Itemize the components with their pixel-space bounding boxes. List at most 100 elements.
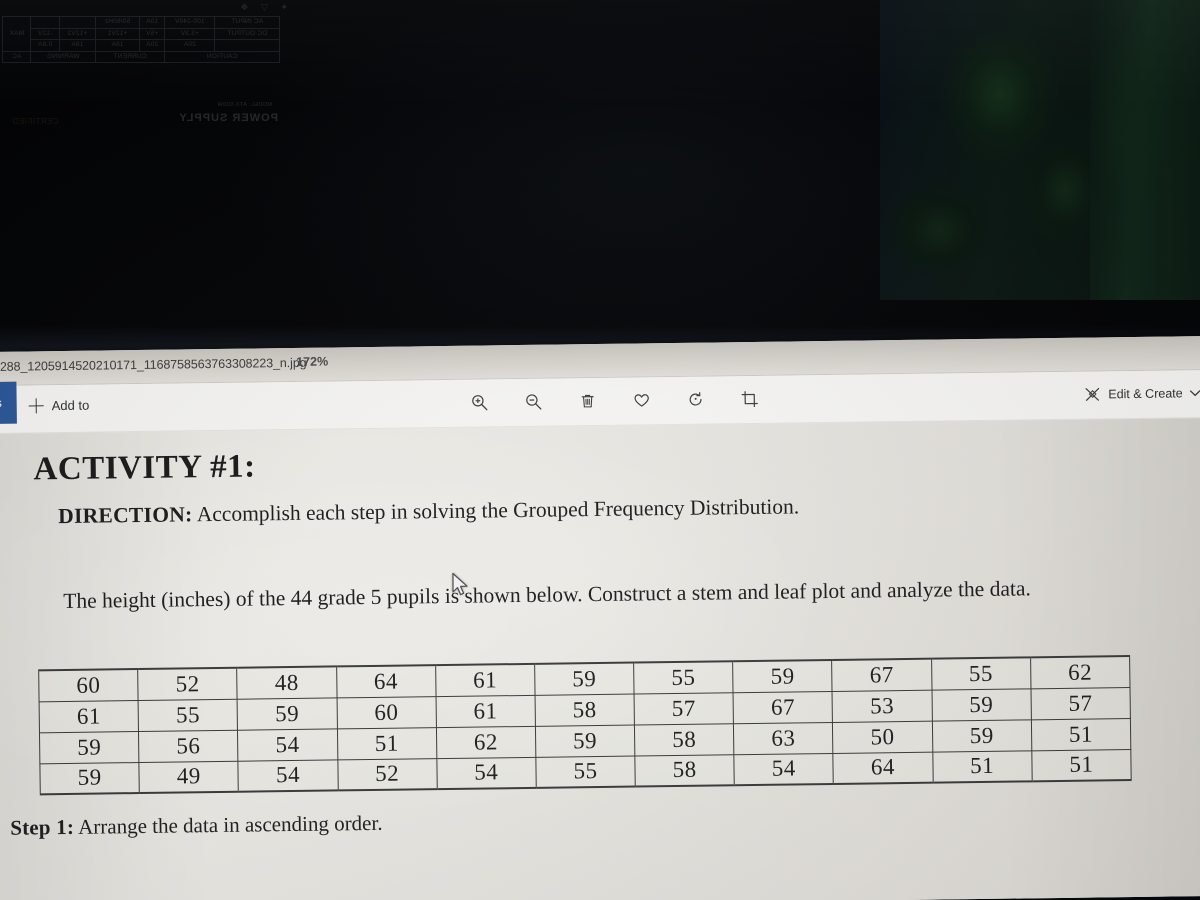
trash-icon — [581, 394, 594, 408]
zoom-level-label: 172% — [296, 354, 329, 369]
table-cell: 54 — [238, 759, 338, 792]
reflected-cell: CAUTION — [164, 51, 280, 63]
table-cell: 67 — [733, 690, 833, 724]
add-to-label: Add to — [51, 397, 90, 414]
table-cell: 48 — [236, 666, 337, 699]
table-cell: 53 — [832, 689, 932, 722]
direction-paragraph: DIRECTION: Accomplish each step in solvi… — [16, 486, 1181, 533]
reflected-certified-logo: CERTIFIED — [12, 117, 59, 126]
reflected-cell: 50/60Hz — [95, 16, 140, 28]
reflected-cell — [30, 16, 60, 28]
delete-button[interactable] — [572, 386, 602, 416]
zoom-out-button[interactable] — [519, 387, 549, 417]
table-cell: 59 — [534, 662, 635, 695]
photos-app-badge[interactable]: tos — [0, 381, 17, 425]
step-one-label: Step 1: — [10, 814, 75, 840]
reflected-cell — [59, 16, 96, 28]
table-cell: 61 — [39, 700, 139, 733]
table-cell: 67 — [831, 658, 932, 691]
table-cell: 64 — [336, 665, 436, 698]
monitor-photo: ✦ ▽ ❖ AC INPUT 100-240V 10A 50/60Hz MAX … — [0, 0, 1200, 900]
reflected-cell: DC OUTPUT — [214, 28, 280, 40]
edit-and-create-label: Edit & Create — [1108, 386, 1183, 402]
table-cell: 54 — [237, 728, 338, 761]
table-cell: 64 — [833, 751, 933, 784]
height-data-table: 60 52 48 64 61 59 55 59 67 55 62 61 55 5… — [38, 655, 1132, 796]
table-cell: 52 — [137, 667, 238, 701]
photo-tools-group — [465, 384, 765, 418]
reflected-cell: +12V2 — [59, 28, 96, 40]
reflected-cell: CURRENT — [95, 51, 165, 63]
direction-label: DIRECTION: — [57, 502, 193, 529]
photos-app-badge-label: tos — [0, 395, 3, 411]
table-cell: 55 — [633, 661, 734, 694]
reflected-cell: MAX — [2, 16, 31, 51]
reflected-cell — [214, 39, 280, 51]
zoom-in-button[interactable] — [465, 387, 495, 417]
crop-button[interactable] — [734, 384, 764, 414]
height-data-table-body: 60 52 48 64 61 59 55 59 67 55 62 61 55 5… — [38, 656, 1132, 795]
reflected-brand-text: POWER SUPPLY — [178, 112, 278, 124]
reflected-cell: 20A — [139, 39, 165, 51]
table-cell: 55 — [535, 755, 636, 788]
table-cell: 54 — [436, 756, 537, 790]
table-cell: 55 — [138, 698, 238, 732]
table-cell: 55 — [931, 657, 1031, 690]
table-cell: 52 — [337, 758, 437, 791]
table-cell: 59 — [535, 724, 635, 757]
table-cell: 59 — [39, 762, 140, 795]
problem-text: The height (inches) of the 44 grade 5 pu… — [63, 576, 1031, 614]
problem-paragraph: The height (inches) of the 44 grade 5 pu… — [17, 571, 1162, 618]
zoom-in-icon — [472, 395, 488, 411]
table-cell: 54 — [734, 752, 834, 786]
table-cell: 51 — [932, 750, 1032, 783]
rotate-icon — [689, 392, 702, 406]
reflected-cell: 18A — [95, 39, 140, 51]
reflected-cell: 20A — [164, 39, 215, 51]
heart-icon — [634, 394, 649, 407]
page-title: ACTIVITY #1: — [33, 448, 256, 488]
monitor-dark-reflection-area: ✦ ▽ ❖ AC INPUT 100-240V 10A 50/60Hz MAX … — [0, 0, 1200, 352]
photo-viewport[interactable]: ACTIVITY #1: DIRECTION: Accomplish each … — [0, 417, 1200, 900]
file-name-label: 95288_1205914520210171_11687585637633082… — [0, 355, 307, 374]
step-one-text: Arrange the data in ascending order. — [77, 810, 383, 839]
zoom-out-icon — [526, 394, 542, 410]
photos-app-window: 95288_1205914520210171_11687585637633082… — [0, 335, 1200, 900]
table-cell: 50 — [832, 720, 933, 753]
reflected-cell: 100-240V — [164, 16, 215, 28]
rotate-button[interactable] — [680, 385, 710, 415]
chevron-down-icon — [1189, 390, 1200, 397]
table-cell: 56 — [138, 729, 239, 763]
edit-and-create-button[interactable]: Edit & Create — [1083, 384, 1200, 404]
table-cell: 51 — [336, 727, 437, 760]
reflected-cell: -12V — [30, 28, 60, 40]
table-cell: 62 — [1030, 656, 1130, 689]
edit-create-icon — [1085, 387, 1099, 401]
table-cell: 60 — [38, 669, 139, 702]
table-cell: 51 — [1031, 749, 1132, 782]
table-cell: 58 — [634, 723, 735, 756]
reflected-cell: +12V1 — [95, 28, 140, 40]
table-cell: 59 — [39, 731, 140, 764]
reflected-cell: AC — [2, 51, 31, 63]
reflected-cell: 10A — [139, 16, 165, 28]
table-cell: 63 — [733, 721, 834, 755]
table-cell: 58 — [534, 693, 635, 726]
table-cell: 57 — [1030, 687, 1131, 720]
reflected-cell: +5V — [139, 28, 165, 40]
height-data-table-wrapper: 60 52 48 64 61 59 55 59 67 55 62 61 55 5… — [38, 655, 1132, 796]
reflected-cell: WARNING — [30, 51, 96, 63]
reflected-cell: 0.8A — [30, 39, 60, 51]
table-cell: 57 — [634, 692, 734, 725]
reflected-cell: 18A — [59, 39, 96, 51]
table-cell: 59 — [931, 719, 1032, 752]
favorite-button[interactable] — [626, 385, 656, 415]
add-to-button[interactable]: Add to — [29, 398, 90, 414]
crop-icon — [741, 391, 758, 408]
table-cell: 61 — [435, 663, 535, 697]
table-cell: 58 — [634, 754, 735, 787]
table-cell: 62 — [436, 725, 536, 759]
table-cell: 59 — [931, 688, 1032, 721]
